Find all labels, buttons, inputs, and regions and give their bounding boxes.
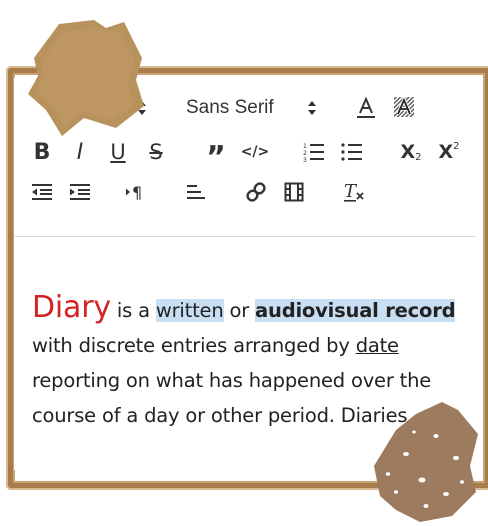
underline-icon: U [110,140,126,164]
superscript-index-label: 2 [453,140,460,152]
video-icon[interactable] [280,178,308,206]
underline-button[interactable]: U [104,138,132,166]
link-icon[interactable] [242,178,270,206]
svg-text:¶: ¶ [132,183,142,202]
svg-text:2: 2 [303,150,307,157]
indent-icon[interactable] [66,178,94,206]
superscript-icon: X [438,141,454,163]
bold-button[interactable]: B [28,138,56,166]
background-color-icon[interactable] [390,94,418,122]
bullet-list-icon[interactable] [338,138,366,166]
highlighted-text: written [155,299,224,322]
outdent-icon[interactable] [28,178,56,206]
paper-patch-top-left [28,20,144,136]
underlined-text: date [355,334,399,357]
subscript-button[interactable]: X2 [396,138,426,166]
text-segment: is a [110,299,156,322]
superscript-button[interactable]: X2 [434,138,464,166]
code-button[interactable]: </> [240,138,270,166]
subscript-icon: X [400,141,416,163]
blockquote-icon: ” [206,139,226,175]
subscript-index-label: 2 [415,151,422,163]
italic-icon: I [76,139,84,165]
ordered-list-icon[interactable]: 1 2 3 [300,138,328,166]
svg-text:3: 3 [303,157,307,163]
highlighted-bold-text: audiovisual record [255,299,456,322]
font-dropdown-arrows-icon[interactable] [302,94,322,122]
align-icon[interactable] [182,178,210,206]
bold-icon: B [33,139,51,165]
font-family-label: Sans Serif [186,97,274,118]
text-direction-icon[interactable]: ¶ [122,178,150,206]
text-segment: or [223,299,256,322]
strike-button[interactable]: S [142,138,170,166]
svg-text:1: 1 [303,143,307,150]
font-color-icon[interactable] [352,94,380,122]
strike-icon: S [149,140,163,164]
italic-button[interactable]: I [66,138,94,166]
paper-patch-bottom-right [374,402,478,522]
clear-format-icon[interactable]: T [340,178,368,206]
svg-text:T: T [344,181,358,202]
code-icon: </> [240,144,270,160]
blockquote-button[interactable]: ” [202,138,230,175]
red-text-diary: Diary [32,290,111,325]
text-segment: with discrete entries arranged by [32,334,356,357]
